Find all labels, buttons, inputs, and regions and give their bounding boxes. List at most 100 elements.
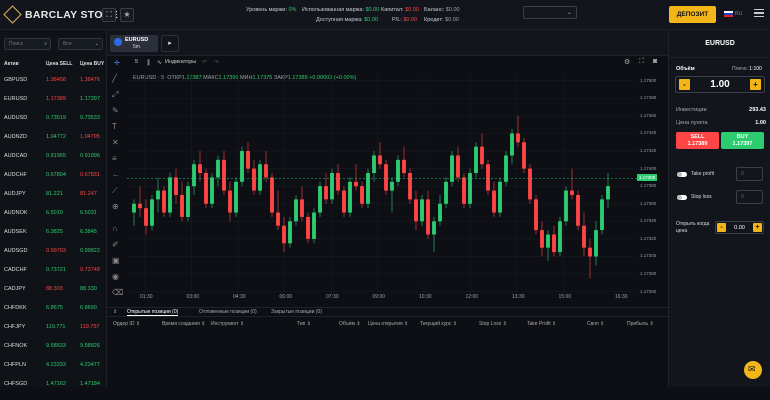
language-select[interactable]: RU xyxy=(724,11,742,17)
asset-row[interactable]: AUDNOK 6.5010 6.5031 xyxy=(0,210,107,229)
tab-eurusd[interactable]: EURUSD 5m xyxy=(110,35,158,52)
eye-icon[interactable]: ◉ xyxy=(112,272,121,281)
interval-selector[interactable]: 5 xyxy=(135,59,138,65)
buy-button[interactable]: BUY 1.17397 xyxy=(721,132,764,149)
candle-body xyxy=(342,190,346,213)
line-tool-icon[interactable]: ╱ xyxy=(112,74,121,83)
asset-buy-price: 9.58826 xyxy=(80,343,100,349)
tab-closed-positions[interactable]: Закрытые позиции (0) xyxy=(271,309,322,315)
deposit-button[interactable]: ДЕПОЗИТ xyxy=(669,6,716,23)
account-select[interactable]: ⌄ xyxy=(523,6,577,19)
pl-label: P/L: xyxy=(392,17,402,23)
open-when-stepper[interactable]: - 0.00 + xyxy=(715,221,764,234)
positions-col-header[interactable]: Stop Loss ⇕ xyxy=(479,321,507,327)
asset-row[interactable]: CADCHF 0.73721 0.73748 xyxy=(0,267,107,286)
asset-row[interactable]: CHFNOK 9.58633 9.58826 xyxy=(0,343,107,362)
fullscreen-icon[interactable]: ⛶ xyxy=(102,8,116,22)
stop-loss-toggle[interactable] xyxy=(677,195,687,200)
asset-row[interactable]: CHFPLN 4.23333 4.23477 xyxy=(0,362,107,381)
margin-level-label: Уровень маржи: xyxy=(246,7,287,13)
asset-buy-price: 0.67831 xyxy=(80,172,100,178)
asset-row[interactable]: AUDUSD 0.73519 0.73533 xyxy=(0,115,107,134)
credit-value: $0.00 xyxy=(445,17,459,23)
open-when-plus-button[interactable]: + xyxy=(753,223,762,232)
top-bar: BARCLAY STONE ⛶ ★ Уровень маржи: 0% Испо… xyxy=(0,0,770,30)
positions-col-header[interactable]: Объём ⇕ xyxy=(339,321,361,327)
candlestick-plot[interactable] xyxy=(127,70,637,307)
fib-tool-icon[interactable]: ≡ xyxy=(112,154,121,163)
pattern-tool-icon[interactable]: ✕ xyxy=(112,138,121,147)
asset-row[interactable]: CHFSGD 1.47162 1.47184 xyxy=(0,381,107,400)
undo-icon[interactable]: ↶ xyxy=(202,59,207,66)
asset-buy-price: 0.73533 xyxy=(80,115,100,121)
zoom-in-icon[interactable]: ⊕ xyxy=(112,202,121,211)
asset-name: AUDSEK xyxy=(4,229,27,235)
positions-col-header[interactable]: Время создания ⇕ xyxy=(162,321,205,327)
asset-row[interactable]: AUDCAD 0.91965 0.91996 xyxy=(0,153,107,172)
positions-col-header[interactable]: Инструмент ⇕ xyxy=(211,321,244,327)
price-tick: 1.17480 xyxy=(640,95,657,101)
lock-icon[interactable]: ▣ xyxy=(112,256,121,265)
filter-select[interactable]: Все ⌄ xyxy=(58,38,103,50)
sell-button[interactable]: SELL 1.17389 xyxy=(676,132,719,149)
camera-icon[interactable]: ◙ xyxy=(653,58,657,65)
tab-open-positions[interactable]: Открытые позиции (0) xyxy=(127,309,179,316)
pencil-lock-icon[interactable]: ✐ xyxy=(112,240,121,249)
positions-col-header[interactable]: Своп ⇕ xyxy=(587,321,604,327)
asset-row[interactable]: AUDCHF 0.67804 0.67831 xyxy=(0,172,107,191)
positions-col-header[interactable]: Текущий курс ⇕ xyxy=(420,321,457,327)
settings-icon[interactable]: ⚙ xyxy=(624,58,630,66)
candle-body xyxy=(150,199,154,226)
asset-row[interactable]: CHFJPY 119.771 119.797 xyxy=(0,324,107,343)
magnet-icon[interactable]: ∩ xyxy=(112,224,121,233)
redo-icon[interactable]: ↷ xyxy=(214,59,219,66)
ruler-icon[interactable]: ⟋ xyxy=(112,186,121,195)
candles-type-icon[interactable]: ∥ xyxy=(147,59,150,66)
stop-loss-input[interactable]: 0 xyxy=(736,190,763,204)
asset-row[interactable]: CHFDKK 6.8675 6.8690 xyxy=(0,305,107,324)
used-margin-value: $0.00 xyxy=(365,7,380,13)
tab-pending-positions[interactable]: Отложенные позиции (0) xyxy=(199,309,257,315)
asset-row[interactable]: GBPUSD 1.38458 1.38476 xyxy=(0,77,107,96)
search-icon: ⌕ xyxy=(44,41,47,47)
asset-row[interactable]: EURUSD 1.17389 1.17397 xyxy=(0,96,107,115)
candle-body xyxy=(600,199,604,231)
take-profit-toggle[interactable] xyxy=(677,172,687,177)
positions-col-header[interactable]: Ордер ID ⇕ xyxy=(113,321,140,327)
asset-name: AUDCAD xyxy=(4,153,28,159)
asset-buy-price: 119.797 xyxy=(80,324,100,330)
chat-button[interactable]: ✉ xyxy=(744,361,762,379)
positions-col-header[interactable]: Take Profit ⇕ xyxy=(527,321,556,327)
asset-name: AUDUSD xyxy=(4,115,28,121)
take-profit-input[interactable]: 0 xyxy=(736,167,763,181)
positions-col-header[interactable]: Прибыль ⇕ xyxy=(627,321,654,327)
menu-icon[interactable] xyxy=(754,9,764,17)
text-tool-icon[interactable]: T xyxy=(112,122,121,131)
star-icon[interactable]: ★ xyxy=(120,8,134,22)
candle-body xyxy=(354,181,358,187)
ray-tool-icon[interactable]: ⤢ xyxy=(112,90,121,99)
asset-row[interactable]: AUDNZD 1.04772 1.04795 xyxy=(0,134,107,153)
positions-col-header[interactable]: Тип ⇕ xyxy=(297,321,311,327)
asset-row[interactable]: AUDSGD 0.99793 0.99822 xyxy=(0,248,107,267)
time-tick: 13:30 xyxy=(512,294,525,300)
candle-body xyxy=(360,186,364,204)
crosshair-icon[interactable]: ✛ xyxy=(114,59,120,67)
candle-body xyxy=(522,142,526,169)
search-input[interactable]: Поиск ⌕ xyxy=(4,38,51,50)
arrow-left-icon[interactable]: ← xyxy=(112,170,121,179)
asset-row[interactable]: CADJPY 88.303 88.330 xyxy=(0,286,107,305)
positions-col-header[interactable]: Цена открытия ⇕ xyxy=(368,321,408,327)
asset-row[interactable]: AUDJPY 81.221 81.247 xyxy=(0,191,107,210)
brush-tool-icon[interactable]: ✎ xyxy=(112,106,121,115)
trash-icon[interactable]: ⌫ xyxy=(112,288,123,297)
indicators-button[interactable]: Индикаторы xyxy=(165,59,196,65)
chart-area: EURUSD 5m ▸ ✛ 5 ∥ ∿ Индикаторы ↶ ↷ ⚙ ⛶ ◙… xyxy=(107,30,668,387)
volume-plus-button[interactable]: + xyxy=(750,79,761,90)
add-tab-button[interactable]: ▸ xyxy=(161,35,179,52)
fullscreen-icon[interactable]: ⛶ xyxy=(639,58,644,66)
asset-name: CHFDKK xyxy=(4,305,27,311)
asset-row[interactable]: AUDSEK 6.3825 6.3845 xyxy=(0,229,107,248)
collapse-icon[interactable]: ⇕ xyxy=(113,309,117,315)
volume-stepper[interactable]: - 1.00 + xyxy=(675,76,765,93)
